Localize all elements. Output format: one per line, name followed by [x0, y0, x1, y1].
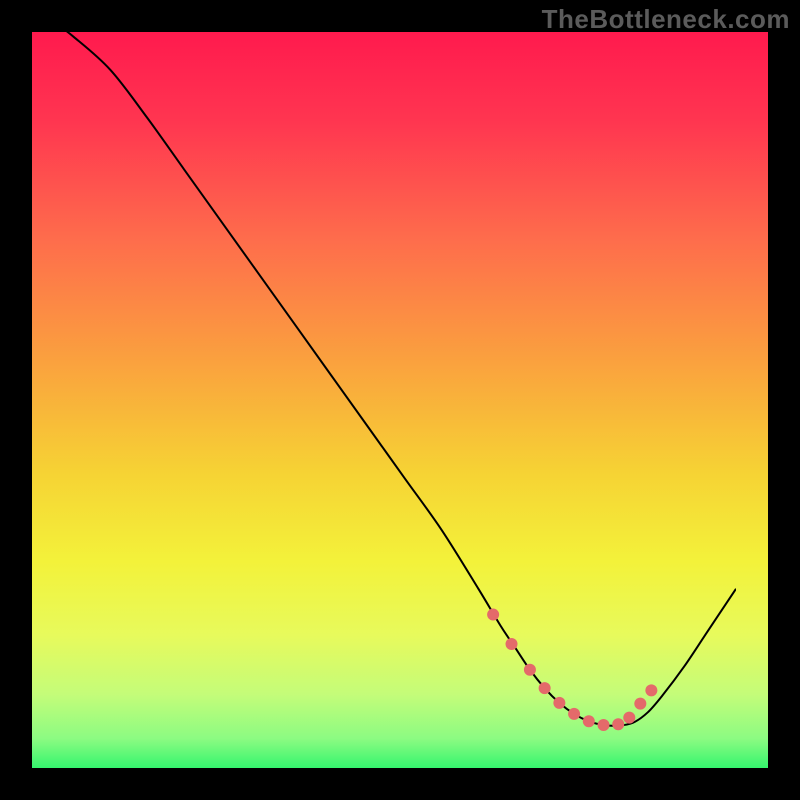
marker-dot [623, 712, 635, 724]
marker-dot [506, 638, 518, 650]
marker-dot [645, 684, 657, 696]
chart-frame: TheBottleneck.com [0, 0, 800, 800]
marker-dot [583, 715, 595, 727]
optimal-range-markers [0, 0, 736, 736]
marker-dot [553, 697, 565, 709]
marker-dot [634, 698, 646, 710]
marker-dot [487, 609, 499, 621]
marker-dot [612, 718, 624, 730]
marker-dot [539, 682, 551, 694]
marker-dot [524, 664, 536, 676]
marker-dot [568, 708, 580, 720]
marker-dot [598, 719, 610, 731]
